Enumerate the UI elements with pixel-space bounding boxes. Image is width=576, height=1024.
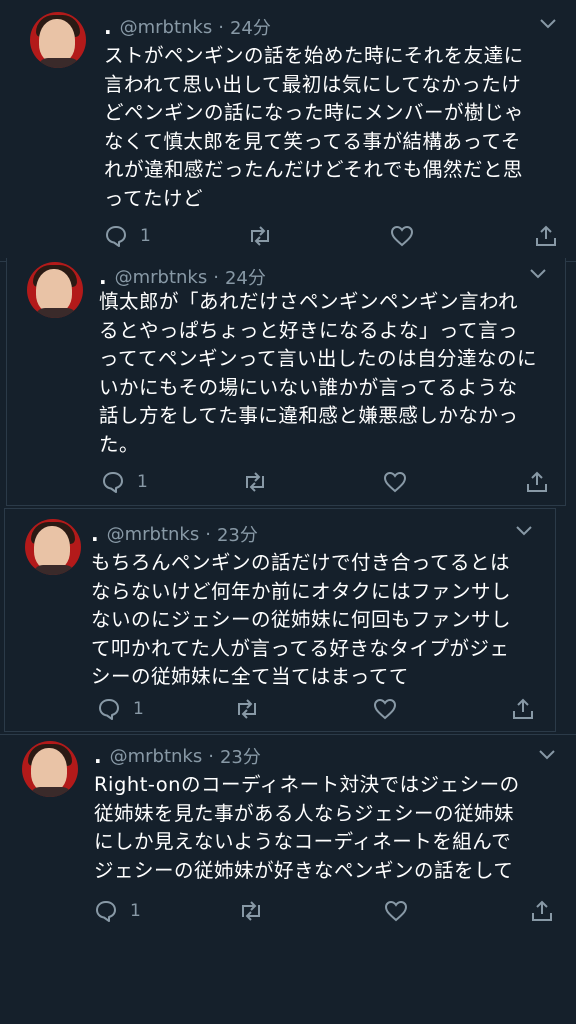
handle[interactable]: @mrbtnks (107, 524, 200, 545)
tweet-text-line: 慎太郎が「あれだけさペンギンペンギン言われ (99, 290, 519, 313)
timestamp[interactable]: 24分 (225, 264, 266, 290)
tweet-actions: 1 (97, 697, 537, 727)
handle[interactable]: @mrbtnks (115, 267, 208, 288)
share-button[interactable] (511, 697, 535, 721)
tweet-text-line: ならないけど何年か前にオタクにはファンサし (91, 579, 512, 603)
retweet-button[interactable] (247, 224, 273, 248)
tweet-text-line: 言われて思い出して最初は気にしてなかったけ (104, 72, 522, 96)
tweet-text-line: どペンギンの話になった時にメンバーが樹じゃ (104, 101, 525, 124)
heart-icon (383, 471, 407, 493)
like-button[interactable] (373, 697, 397, 721)
reply-button[interactable]: 1 (94, 899, 141, 923)
avatar[interactable] (27, 262, 83, 318)
tweet-text-line: シーの従姉妹に全て当てはまってて (91, 665, 409, 688)
like-button[interactable] (383, 470, 407, 494)
timestamp[interactable]: 24分 (230, 14, 271, 40)
heart-icon (384, 900, 408, 922)
like-button[interactable] (390, 224, 414, 248)
timestamp[interactable]: 23分 (217, 521, 258, 547)
reply-icon (99, 699, 119, 720)
tweet-text-line: もちろんペンギンの話だけで付き合ってるとは (91, 551, 511, 574)
retweet-button[interactable] (238, 899, 264, 923)
tweet-actions: 1 (104, 224, 564, 254)
chevron-down-icon[interactable] (515, 525, 533, 537)
tweet[interactable]: . @mrbtnks · 24分 慎太郎が「あれだけさペンギンペンギン言われ る… (6, 258, 566, 506)
share-icon (532, 900, 552, 921)
tweet-header: . @mrbtnks · 23分 (91, 521, 258, 547)
share-button[interactable] (534, 224, 558, 248)
reply-button[interactable]: 1 (104, 224, 151, 248)
chevron-down-icon[interactable] (538, 749, 556, 761)
tweet-header: . @mrbtnks · 24分 (99, 264, 266, 290)
like-button[interactable] (384, 899, 408, 923)
separator: · (208, 745, 214, 767)
display-name[interactable]: . (94, 744, 102, 768)
display-name[interactable]: . (104, 15, 112, 39)
share-icon (527, 471, 547, 492)
retweet-button[interactable] (234, 697, 260, 721)
reply-count: 1 (130, 901, 141, 921)
tweet-text-line: っててペンギンって言い出したのは自分達なのに (99, 347, 538, 370)
display-name[interactable]: . (91, 522, 99, 546)
share-icon (513, 698, 533, 719)
retweet-button[interactable] (242, 470, 268, 494)
reply-count: 1 (137, 472, 148, 492)
retweet-icon (246, 472, 264, 492)
tweet-text-line: にしか見えないようなコーディネートを組んで (94, 830, 512, 853)
tweet-text-line: 話し方をしてた事に違和感と嫌悪感しかなかっ (99, 404, 519, 427)
tweet-actions: 1 (101, 470, 551, 500)
avatar[interactable] (30, 12, 86, 68)
avatar[interactable] (25, 519, 81, 575)
tweet-text-line: いかにもその場にいない誰かが言ってるような (99, 375, 518, 399)
tweet-text-line: 従姉妹を見た事がある人ならジェシーの従姉妹 (94, 801, 515, 825)
separator: · (205, 523, 211, 545)
tweet-text: もちろんペンギンの話だけで付き合ってるとは ならないけど何年か前にオタクにはファ… (91, 549, 511, 692)
chevron-down-icon[interactable] (529, 268, 547, 280)
retweet-icon (251, 226, 269, 246)
reply-icon (103, 472, 123, 493)
avatar[interactable] (22, 741, 78, 797)
tweet-text: ストがペンギンの話を始めた時にそれを友達に 言われて思い出して最初は気にしてなか… (104, 42, 524, 213)
tweet-text-line: るとやっぱちょっと好きになるよな」って言っ (99, 318, 519, 342)
tweet-text: Right-onのコーディネート対決ではジェシーの 従姉妹を見た事がある人ならジ… (94, 771, 520, 885)
share-button[interactable] (530, 899, 554, 923)
tweet-header: . @mrbtnks · 24分 (104, 14, 271, 40)
timestamp[interactable]: 23分 (220, 743, 261, 769)
tweet-text-line: Right-onのコーディネート対決ではジェシーの (94, 773, 520, 796)
reply-button[interactable]: 1 (101, 470, 148, 494)
share-button[interactable] (525, 470, 549, 494)
tweet[interactable]: . @mrbtnks · 23分 もちろんペンギンの話だけで付き合ってるとは な… (4, 508, 556, 732)
tweet-text: 慎太郎が「あれだけさペンギンペンギン言われ るとやっぱちょっと好きになるよな」っ… (99, 288, 537, 459)
handle[interactable]: @mrbtnks (110, 746, 203, 767)
tweet-text-line: て叩かれてた人が言ってる好きなタイプがジェ (91, 636, 510, 660)
reply-icon (96, 901, 116, 922)
separator: · (218, 16, 224, 38)
reply-count: 1 (133, 699, 144, 719)
tweet-text-line: なくて慎太郎を見て笑ってる事が結構あってそ (104, 129, 521, 153)
handle[interactable]: @mrbtnks (120, 17, 213, 38)
tweet-text-line: ってたけど (104, 186, 204, 210)
share-icon (536, 225, 556, 246)
chevron-down-icon[interactable] (539, 18, 557, 30)
retweet-icon (242, 901, 260, 921)
tweet-text-line: た。 (99, 432, 140, 456)
separator: · (213, 266, 219, 288)
heart-icon (373, 698, 397, 720)
heart-icon (390, 225, 414, 247)
retweet-icon (238, 699, 256, 719)
tweet[interactable]: . @mrbtnks · 24分 ストがペンギンの話を始めた時にそれを友達に 言… (0, 0, 576, 262)
tweet[interactable]: . @mrbtnks · 23分 Right-onのコーディネート対決ではジェシ… (0, 734, 576, 1024)
reply-count: 1 (140, 226, 151, 246)
tweet-text-line: ないのにジェシーの従姉妹に何回もファンサし (91, 608, 512, 631)
display-name[interactable]: . (99, 265, 107, 289)
tweet-text-line: れが違和感だったんだけどそれでも偶然だと思 (104, 158, 523, 181)
tweet-text-line: ストがペンギンの話を始めた時にそれを友達に (104, 44, 524, 67)
reply-button[interactable]: 1 (97, 697, 144, 721)
reply-icon (106, 226, 126, 247)
tweet-header: . @mrbtnks · 23分 (94, 743, 261, 769)
tweet-text-line: ジェシーの従姉妹が好きなペンギンの話をして (94, 858, 514, 882)
tweet-actions: 1 (94, 899, 558, 929)
